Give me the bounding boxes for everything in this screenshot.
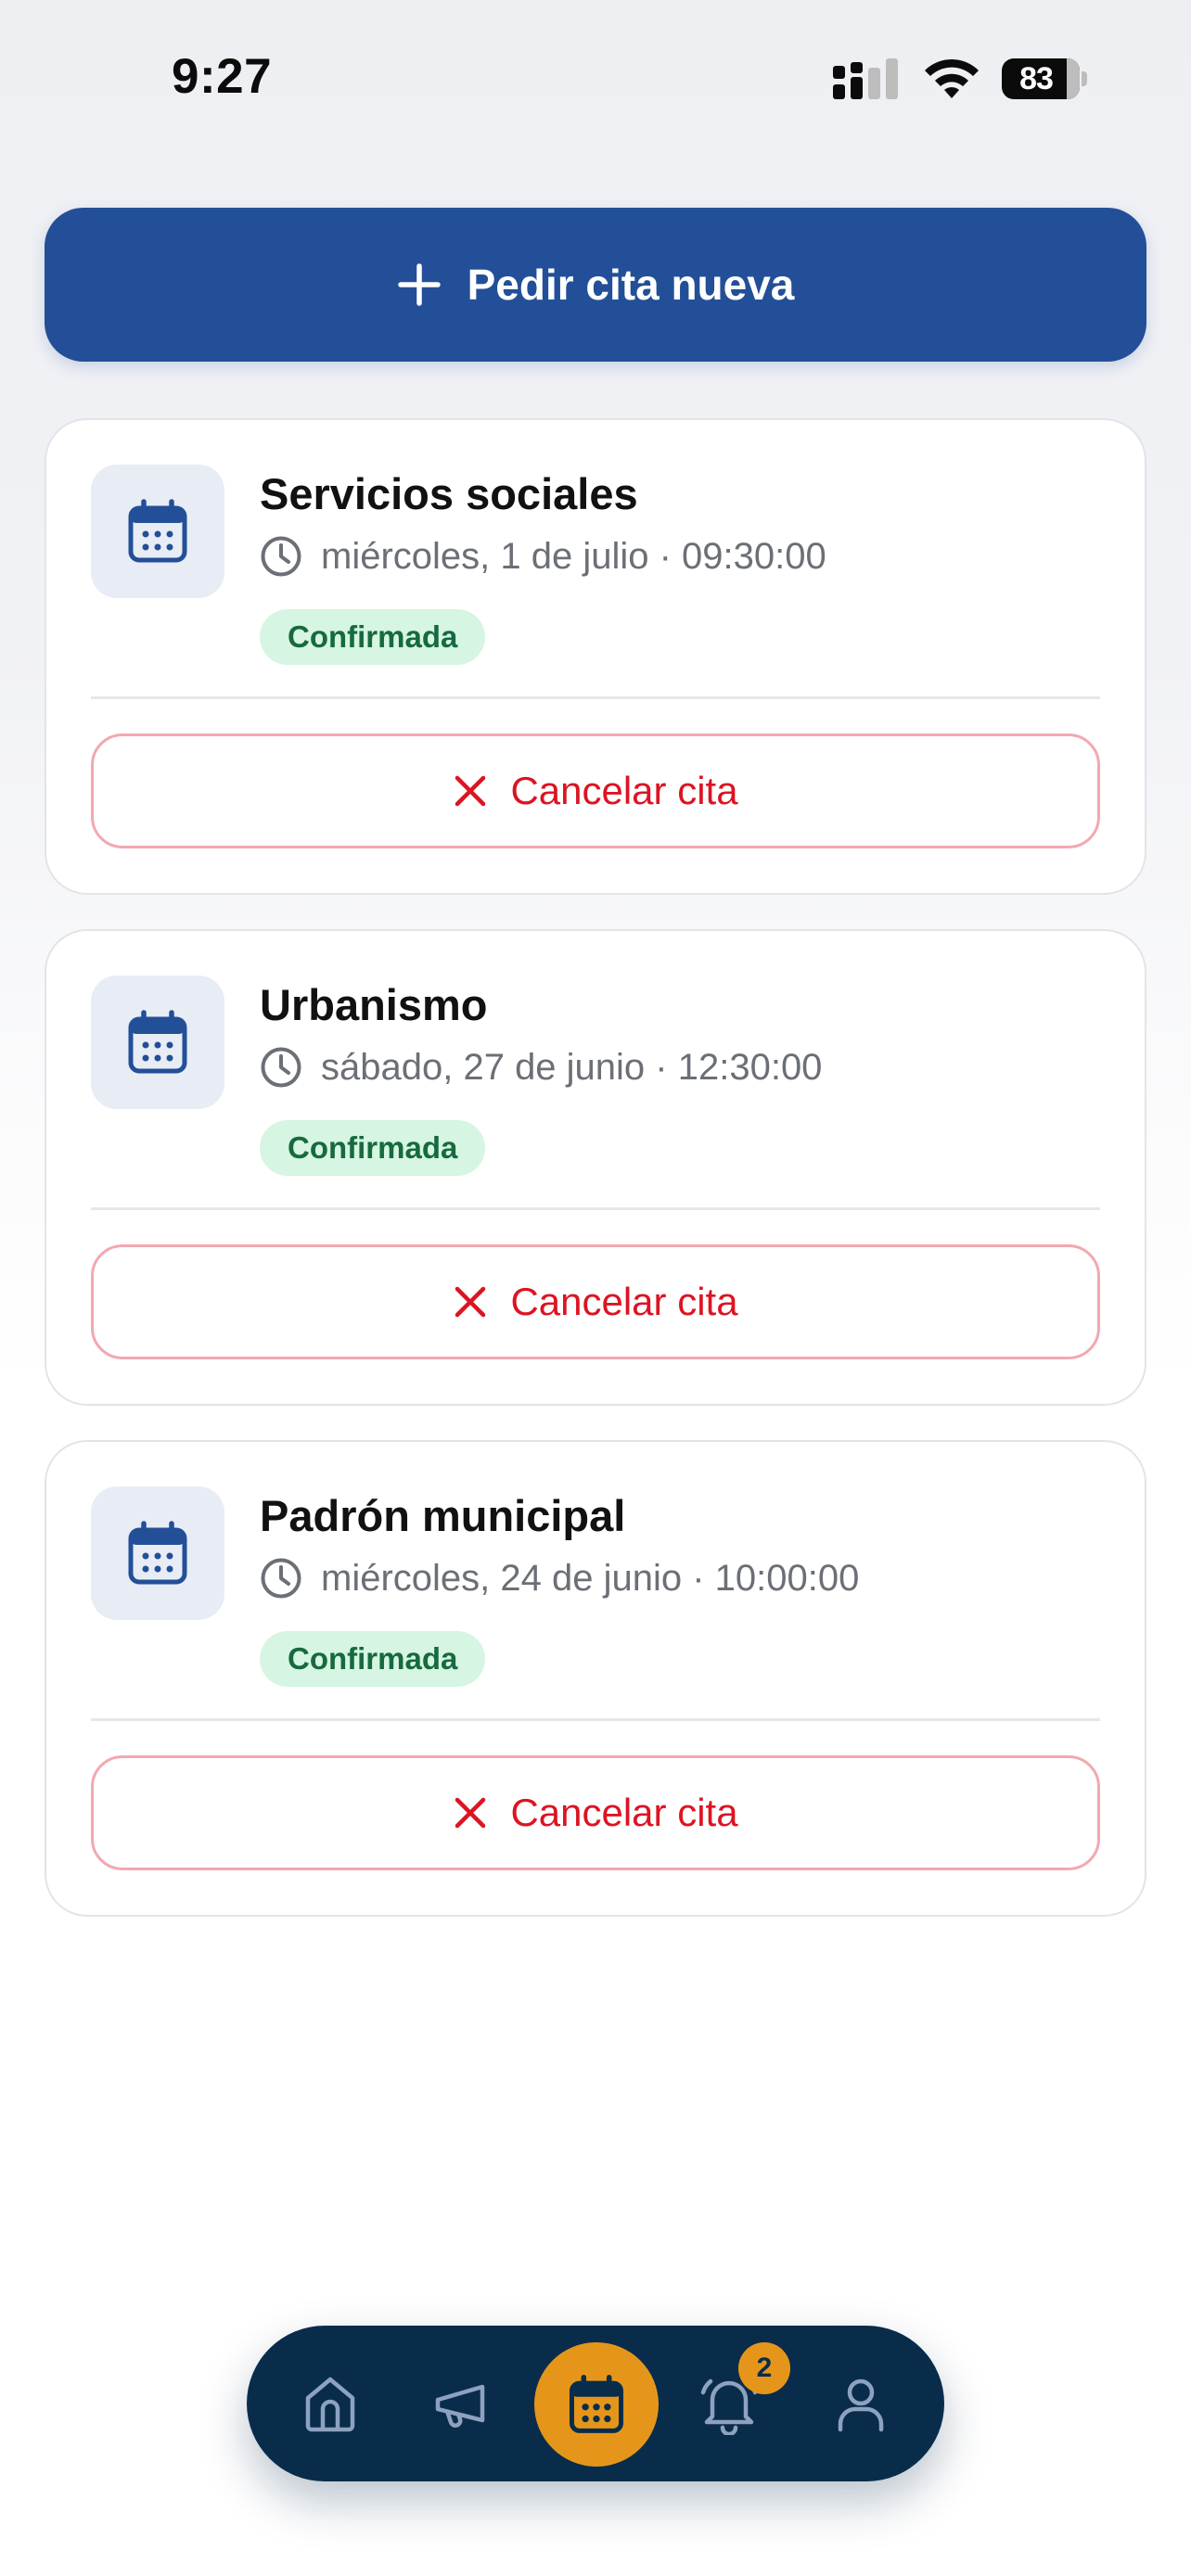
home-icon [305,2377,355,2432]
cancel-appointment-button[interactable]: Cancelar cita [91,1755,1100,1870]
close-icon [455,1286,486,1318]
nav-profile[interactable] [814,2357,907,2450]
appointment-title: Padrón municipal [260,1491,626,1540]
status-indicators: 83 [833,57,1087,100]
cancel-appointment-label: Cancelar cita [510,1791,738,1834]
appointment-datetime-text: miércoles, 24 de junio · 10:00:00 [321,1557,860,1599]
battery-icon: 83 [1002,58,1087,99]
appointment-card: Urbanismo sábado, 27 de junio · 12:30:00… [45,929,1146,1406]
appointment-datetime-text: sábado, 27 de junio · 12:30:00 [321,1046,823,1088]
status-badge: Confirmada [260,609,486,665]
status-bar: 9:27 83 [0,0,1191,158]
nav-announcements[interactable] [416,2357,508,2450]
status-badge: Confirmada [260,1120,486,1176]
plus-icon [397,263,441,306]
cellular-signal-icon [833,58,898,99]
cancel-appointment-label: Cancelar cita [510,769,738,812]
bottom-nav: 2 [247,2326,944,2481]
cancel-appointment-label: Cancelar cita [510,1280,738,1323]
appointment-title: Servicios sociales [260,469,638,518]
user-icon [838,2378,884,2432]
appointment-datetime: miércoles, 1 de julio · 09:30:00 [260,535,826,578]
status-badge: Confirmada [260,1631,486,1687]
card-divider [91,1207,1100,1210]
calendar-icon [128,1521,187,1585]
appointment-card: Padrón municipal miércoles, 24 de junio … [45,1440,1146,1917]
clock-icon [261,1558,301,1599]
appointment-datetime-text: miércoles, 1 de julio · 09:30:00 [321,535,826,577]
appointment-icon-box [91,976,224,1109]
nav-home[interactable] [284,2357,377,2450]
wifi-icon [925,58,979,98]
close-icon [455,775,486,807]
appointment-icon-box [91,1486,224,1620]
calendar-icon [128,1010,187,1074]
card-divider [91,1718,1100,1721]
notification-count-badge: 2 [738,2342,790,2394]
cancel-appointment-button[interactable]: Cancelar cita [91,1244,1100,1359]
appointment-card: Servicios sociales miércoles, 1 de julio… [45,418,1146,895]
megaphone-icon [435,2384,485,2428]
calendar-icon [128,499,187,563]
nav-appointments[interactable] [534,2342,659,2467]
card-divider [91,696,1100,699]
appointment-datetime: miércoles, 24 de junio · 10:00:00 [260,1557,859,1600]
status-time: 9:27 [172,49,273,104]
new-appointment-button[interactable]: Pedir cita nueva [45,208,1146,362]
cancel-appointment-button[interactable]: Cancelar cita [91,733,1100,848]
appointment-title: Urbanismo [260,980,488,1029]
close-icon [455,1797,486,1829]
calendar-icon [569,2375,624,2433]
appointment-icon-box [91,465,224,598]
appointment-datetime: sábado, 27 de junio · 12:30:00 [260,1046,822,1089]
new-appointment-label: Pedir cita nueva [467,261,795,309]
clock-icon [261,536,301,577]
clock-icon [261,1047,301,1088]
